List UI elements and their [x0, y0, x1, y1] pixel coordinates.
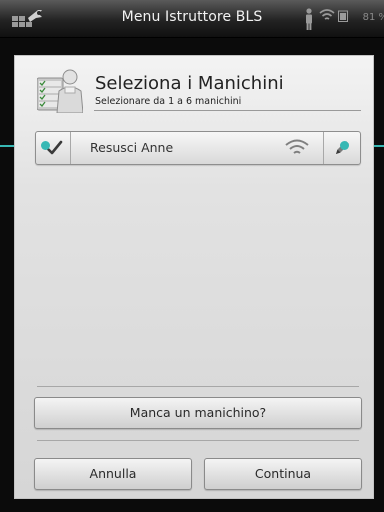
header-divider [94, 110, 361, 111]
person-icon [306, 8, 312, 30]
missing-manikin-button[interactable]: Manca un manichino? [34, 397, 362, 429]
dialog-title: Seleziona i Manichini [95, 73, 284, 94]
wifi-signal-icon [284, 138, 310, 158]
battery-percent: 81 % [362, 12, 384, 23]
dialog-subtitle: Selezionare da 1 a 6 manichini [95, 96, 242, 107]
connector-dot-left [41, 141, 50, 150]
wifi-icon [319, 9, 335, 20]
system-tray: 81 % [300, 8, 384, 30]
connector-dot-right [340, 141, 349, 150]
select-manikins-dialog: Seleziona i Manichini Selezionare da 1 a… [14, 55, 374, 499]
divider [37, 440, 359, 441]
dialog-header: Seleziona i Manichini Selezionare da 1 a… [15, 56, 373, 114]
continue-button[interactable]: Continua [204, 458, 362, 490]
divider [37, 386, 359, 387]
battery-icon [338, 10, 348, 22]
manikin-name: Resusci Anne [90, 140, 174, 155]
status-bar: Menu Istruttore BLS 81 % [0, 0, 384, 38]
list-item[interactable]: Resusci Anne [35, 131, 361, 165]
manikin-checklist-icon [36, 69, 84, 114]
cancel-button[interactable]: Annulla [34, 458, 192, 490]
